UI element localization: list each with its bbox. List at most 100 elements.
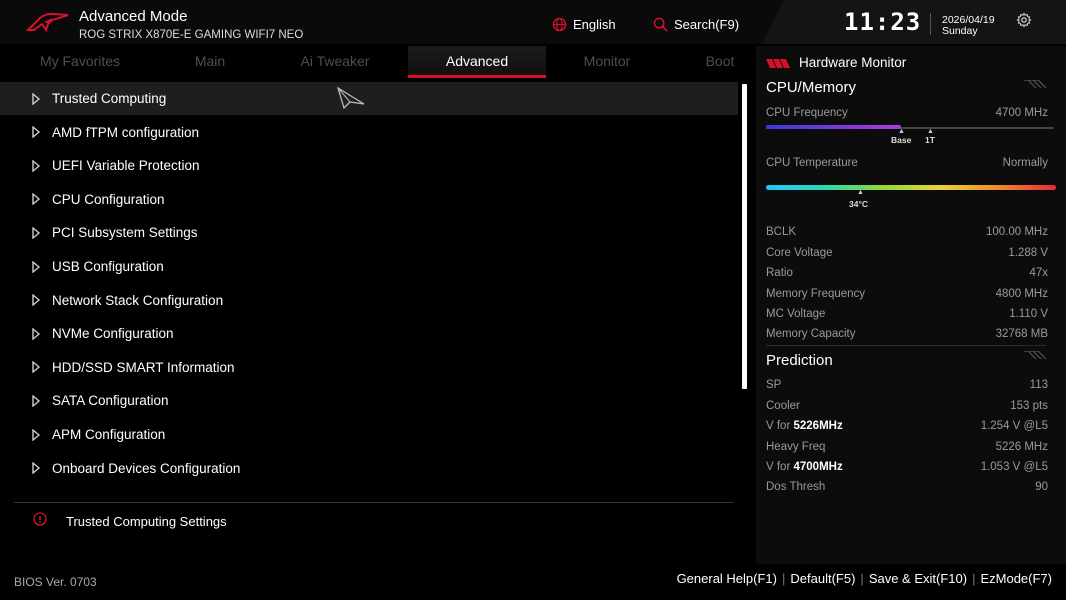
v-for-prefix: V for bbox=[766, 420, 794, 432]
v-for-4700-value: 1.053 V @L5 bbox=[980, 461, 1048, 473]
menu-item-trusted-computing[interactable]: Trusted Computing bbox=[0, 82, 738, 115]
tab-advanced[interactable]: Advanced bbox=[408, 46, 546, 78]
mc-voltage-value: 1.110 V bbox=[1009, 308, 1048, 320]
v-for-freq: 5226MHz bbox=[793, 420, 843, 432]
clock-date: 2026/04/19 Sunday bbox=[942, 15, 995, 37]
menu-item-network-stack[interactable]: Network Stack Configuration bbox=[0, 284, 738, 317]
tab-boot[interactable]: Boot bbox=[680, 46, 760, 78]
save-exit-button[interactable]: Save & Exit(F10) bbox=[865, 571, 971, 586]
gear-icon[interactable] bbox=[1016, 12, 1032, 28]
menu-item-apm-configuration[interactable]: APM Configuration bbox=[0, 418, 738, 451]
base-marker-label: Base bbox=[891, 135, 912, 145]
base-marker-icon: ▲ bbox=[898, 128, 905, 135]
dos-thresh-value: 90 bbox=[1035, 481, 1048, 493]
chevron-right-icon bbox=[32, 92, 41, 105]
menu-item-amd-ftpm[interactable]: AMD fTPM configuration bbox=[0, 116, 738, 149]
chevron-right-icon bbox=[32, 159, 41, 172]
menu-item-label: USB Configuration bbox=[52, 259, 164, 274]
menu-item-label: Network Stack Configuration bbox=[52, 292, 224, 308]
cpu-frequency-bar bbox=[766, 125, 901, 129]
help-divider bbox=[14, 502, 734, 503]
section-divider bbox=[766, 345, 1046, 346]
chevron-right-icon bbox=[32, 193, 41, 206]
dos-thresh-label: Dos Thresh bbox=[766, 481, 826, 493]
clock-divider bbox=[930, 13, 931, 35]
menu-item-label: SATA Configuration bbox=[52, 393, 169, 409]
core-voltage-label: Core Voltage bbox=[766, 247, 833, 259]
info-icon bbox=[33, 512, 47, 526]
hatch-decoration-icon bbox=[1024, 351, 1046, 360]
cpu-temperature-value: 34°C bbox=[849, 199, 868, 209]
tab-main[interactable]: Main bbox=[150, 46, 270, 78]
search-label: Search(F9) bbox=[674, 17, 740, 32]
tab-bar: My Favorites Main Ai Tweaker Advanced Mo… bbox=[0, 46, 748, 78]
menu-item-label: CPU Configuration bbox=[52, 191, 165, 207]
mc-voltage-label: MC Voltage bbox=[766, 308, 826, 320]
menu-item-pci-subsystem[interactable]: PCI Subsystem Settings bbox=[0, 216, 738, 249]
sp-label: SP bbox=[766, 379, 782, 391]
menu-item-uefi-variable-protection[interactable]: UEFI Variable Protection bbox=[0, 149, 738, 182]
menu-item-label: AMD fTPM configuration bbox=[52, 124, 200, 140]
chevron-right-icon bbox=[32, 226, 41, 239]
ezmode-button[interactable]: EzMode(F7) bbox=[976, 571, 1056, 586]
board-name: ROG STRIX X870E-E GAMING WIFI7 NEO bbox=[79, 29, 304, 41]
1t-marker-label: 1T bbox=[925, 135, 935, 145]
memory-frequency-label: Memory Frequency bbox=[766, 288, 866, 300]
day-text: Sunday bbox=[942, 25, 978, 37]
globe-icon bbox=[552, 17, 567, 32]
language-label: English bbox=[573, 17, 616, 32]
memory-capacity-value: 32768 MB bbox=[995, 328, 1048, 340]
menu-item-label: NVMe Configuration bbox=[52, 326, 174, 342]
hardware-monitor-icon bbox=[766, 59, 790, 68]
sp-value: 113 bbox=[1029, 379, 1048, 391]
chevron-right-icon bbox=[32, 327, 41, 340]
search-icon bbox=[653, 17, 668, 32]
chevron-right-icon bbox=[32, 260, 41, 273]
hardware-monitor-title: Hardware Monitor bbox=[799, 55, 907, 70]
cpu-temperature-bar bbox=[766, 185, 1056, 190]
language-button[interactable]: English bbox=[552, 17, 616, 32]
help-text: Trusted Computing Settings bbox=[66, 514, 227, 529]
footer-bar: General Help(F1) | Default(F5) | Save & … bbox=[673, 571, 1056, 586]
chevron-right-icon bbox=[32, 462, 41, 475]
general-help-button[interactable]: General Help(F1) bbox=[673, 571, 781, 586]
clock-time: 11:23 bbox=[844, 8, 922, 36]
tab-monitor[interactable]: Monitor bbox=[546, 46, 668, 78]
memory-frequency-value: 4800 MHz bbox=[995, 288, 1048, 300]
tab-my-favorites[interactable]: My Favorites bbox=[10, 46, 150, 78]
ratio-value: 47x bbox=[1029, 267, 1048, 279]
menu-item-hdd-ssd-smart[interactable]: HDD/SSD SMART Information bbox=[0, 351, 738, 384]
v-for-5226-value: 1.254 V @L5 bbox=[980, 420, 1048, 432]
menu-item-onboard-devices[interactable]: Onboard Devices Configuration bbox=[0, 452, 738, 485]
heavy-freq-value: 5226 MHz bbox=[995, 441, 1048, 453]
v-for-4700-label: V for 4700MHz bbox=[766, 461, 843, 473]
menu-item-nvme-configuration[interactable]: NVMe Configuration bbox=[0, 317, 738, 350]
chevron-right-icon bbox=[32, 428, 41, 441]
bios-version: BIOS Ver. 0703 bbox=[14, 575, 97, 589]
cpu-temperature-label: CPU Temperature bbox=[766, 157, 858, 169]
menu-item-label: Trusted Computing bbox=[52, 91, 167, 106]
cpu-frequency-value: 4700 MHz bbox=[995, 107, 1048, 119]
help-section: Trusted Computing Settings bbox=[33, 512, 227, 529]
ratio-label: Ratio bbox=[766, 267, 793, 279]
menu-item-sata-configuration[interactable]: SATA Configuration bbox=[0, 384, 738, 417]
bclk-value: 100.00 MHz bbox=[985, 226, 1048, 238]
tab-ai-tweaker[interactable]: Ai Tweaker bbox=[270, 46, 400, 78]
chevron-right-icon bbox=[32, 361, 41, 374]
menu-scrollbar[interactable] bbox=[742, 84, 747, 389]
menu-item-usb-configuration[interactable]: USB Configuration bbox=[0, 250, 738, 283]
page-title: Advanced Mode bbox=[79, 8, 188, 25]
rog-logo-icon bbox=[26, 12, 69, 33]
default-button[interactable]: Default(F5) bbox=[786, 571, 859, 586]
search-button[interactable]: Search(F9) bbox=[653, 17, 739, 32]
mouse-pointer-icon bbox=[336, 86, 365, 110]
v-for-5226-label: V for 5226MHz bbox=[766, 420, 843, 432]
cooler-value: 153 pts bbox=[1010, 400, 1048, 412]
1t-marker-icon: ▲ bbox=[927, 128, 934, 135]
menu-item-label: HDD/SSD SMART Information bbox=[52, 359, 235, 375]
chevron-right-icon bbox=[32, 126, 41, 139]
bclk-label: BCLK bbox=[766, 226, 797, 238]
menu-item-cpu-configuration[interactable]: CPU Configuration bbox=[0, 183, 738, 216]
menu-item-label: Onboard Devices Configuration bbox=[52, 460, 241, 476]
cpu-frequency-label: CPU Frequency bbox=[766, 107, 848, 119]
